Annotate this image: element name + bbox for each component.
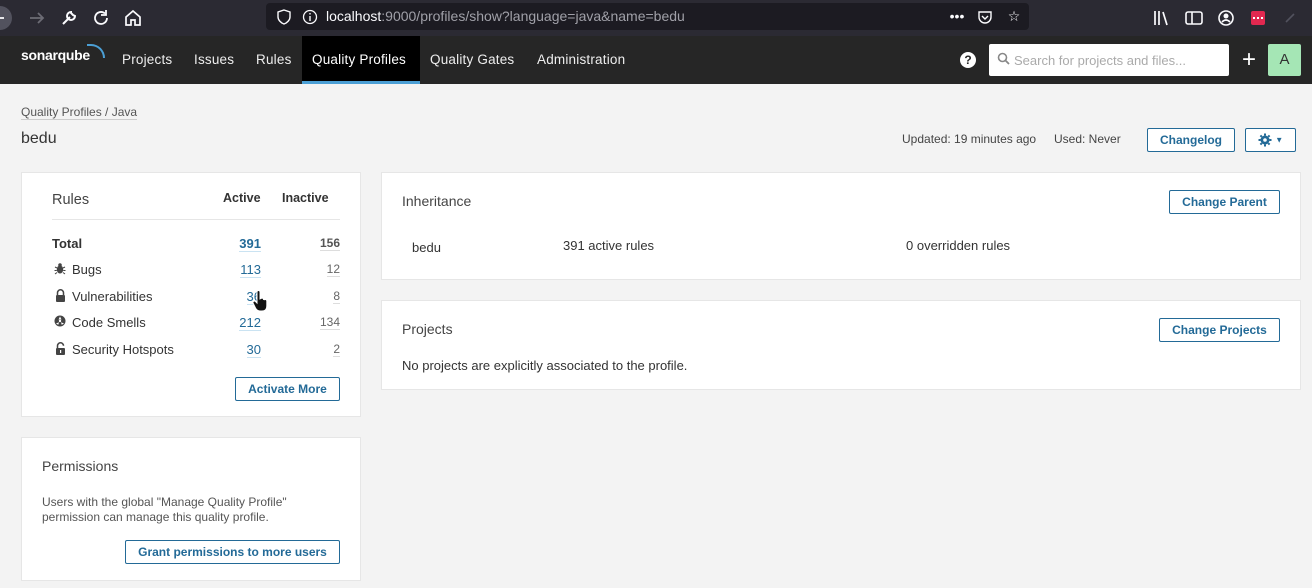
lock-icon	[54, 289, 66, 303]
change-parent-button[interactable]: Change Parent	[1169, 190, 1280, 214]
activate-more-button[interactable]: Activate More	[235, 377, 340, 401]
grant-permissions-button[interactable]: Grant permissions to more users	[125, 540, 340, 564]
rule-row-code-smells: Code Smells 212 134	[52, 309, 340, 335]
used-text: Used: Never	[1054, 132, 1121, 146]
inactive-count-link[interactable]: 12	[326, 262, 340, 277]
info-icon[interactable]	[300, 3, 320, 30]
active-count-link[interactable]: 391	[239, 236, 261, 252]
nav-rules[interactable]: Rules	[246, 36, 302, 84]
caret-down-icon: ▼	[1275, 135, 1284, 145]
gear-icon	[1258, 132, 1275, 147]
code-smell-icon	[54, 315, 66, 329]
help-icon[interactable]: ?	[960, 52, 976, 68]
wrench-icon[interactable]	[57, 6, 81, 30]
updated-text: Updated: 19 minutes ago	[902, 132, 1037, 146]
active-count-link[interactable]: 30	[246, 342, 261, 358]
menu-overflow-icon[interactable]	[1278, 6, 1302, 30]
ellipsis-icon[interactable]: •••	[947, 3, 967, 30]
star-icon[interactable]: ☆	[1004, 3, 1024, 30]
inactive-count-link[interactable]: 134	[319, 315, 340, 330]
hotspot-icon	[54, 342, 66, 356]
sonarqube-logo[interactable]: sonarqube	[21, 44, 105, 63]
breadcrumb[interactable]: Quality Profiles / Java	[21, 105, 138, 120]
home-icon[interactable]	[121, 6, 145, 30]
search-input[interactable]	[1014, 44, 1224, 76]
rules-divider	[52, 219, 340, 220]
inactive-count-link[interactable]: 8	[333, 289, 340, 304]
create-plus-button[interactable]: +	[1238, 48, 1260, 72]
rule-label: Code Smells	[72, 315, 146, 330]
rule-label: Total	[52, 236, 83, 251]
nav-administration[interactable]: Administration	[527, 36, 635, 84]
url-host: localhost	[326, 8, 382, 24]
inheritance-active-rules: 391 active rules	[563, 238, 655, 253]
logo-text: sonarqube	[21, 47, 90, 63]
rule-label: Vulnerabilities	[72, 289, 153, 304]
url-path: :9000/profiles/show?language=java&name=b…	[381, 8, 685, 24]
active-count-link[interactable]: 212	[239, 315, 261, 331]
active-header: Active	[223, 191, 261, 205]
rule-row-vulnerabilities: Vulnerabilities 36 8	[52, 283, 340, 309]
extension-icon[interactable]	[1246, 6, 1270, 30]
search-box[interactable]	[989, 44, 1229, 76]
profile-actions-button[interactable]: ▼	[1245, 128, 1296, 152]
sidebar-icon[interactable]	[1182, 6, 1206, 30]
reload-icon[interactable]	[89, 6, 113, 30]
permissions-card: Permissions Users with the global "Manag…	[21, 437, 361, 581]
projects-card: Projects Change Projects No projects are…	[381, 300, 1301, 390]
bug-icon	[54, 262, 66, 276]
rules-title: Rules	[52, 192, 90, 208]
rule-row-total: Total 391 156	[52, 230, 340, 256]
logo-wave-icon	[87, 44, 105, 58]
inheritance-title: Inheritance	[402, 193, 472, 209]
inheritance-card: Inheritance Change Parent bedu 391 activ…	[381, 172, 1301, 280]
pocket-icon[interactable]	[975, 3, 995, 30]
main-navigation: sonarqube Projects Issues Rules Quality …	[0, 36, 1312, 84]
projects-empty-text: No projects are explicitly associated to…	[402, 358, 688, 373]
account-icon[interactable]	[1214, 6, 1238, 30]
search-icon	[997, 52, 1011, 66]
rule-label: Security Hotspots	[72, 342, 174, 357]
url-text[interactable]: localhost:9000/profiles/show?language=ja…	[326, 3, 685, 30]
inheritance-overridden-rules: 0 overridden rules	[906, 238, 1011, 253]
nav-issues[interactable]: Issues	[184, 36, 244, 84]
rule-row-security-hotspots: Security Hotspots 30 2	[52, 336, 340, 362]
inactive-count-link[interactable]: 156	[319, 236, 340, 251]
user-avatar[interactable]: A	[1268, 44, 1301, 76]
permissions-title: Permissions	[42, 458, 119, 474]
changelog-button[interactable]: Changelog	[1147, 128, 1235, 152]
page-title: bedu	[21, 130, 57, 147]
rule-label: Bugs	[72, 262, 102, 277]
nav-projects[interactable]: Projects	[112, 36, 182, 84]
browser-toolbar: localhost:9000/profiles/show?language=ja…	[0, 0, 1312, 36]
nav-quality-profiles[interactable]: Quality Profiles	[302, 36, 420, 84]
permissions-description-line1: Users with the global "Manage Quality Pr…	[42, 495, 287, 509]
inactive-header: Inactive	[282, 191, 329, 205]
library-icon[interactable]	[1150, 6, 1174, 30]
active-count-link[interactable]: 113	[240, 262, 261, 278]
permissions-description-line2: permission can manage this quality profi…	[42, 510, 269, 524]
breadcrumb-link[interactable]: Quality Profiles / Java	[21, 105, 138, 120]
inheritance-profile-name: bedu	[412, 240, 441, 255]
rule-row-bugs: Bugs 113 12	[52, 256, 340, 282]
forward-icon[interactable]	[25, 6, 49, 30]
rules-card: Rules Active Inactive Total 391 156 Bugs…	[21, 172, 361, 417]
shield-icon[interactable]	[274, 3, 294, 30]
projects-title: Projects	[402, 321, 453, 337]
inactive-count-link[interactable]: 2	[333, 342, 340, 357]
hand-cursor-icon	[252, 290, 268, 312]
url-bar[interactable]: localhost:9000/profiles/show?language=ja…	[266, 3, 1029, 30]
nav-quality-gates[interactable]: Quality Gates	[420, 36, 524, 84]
change-projects-button[interactable]: Change Projects	[1159, 318, 1280, 342]
back-icon[interactable]	[0, 6, 18, 30]
